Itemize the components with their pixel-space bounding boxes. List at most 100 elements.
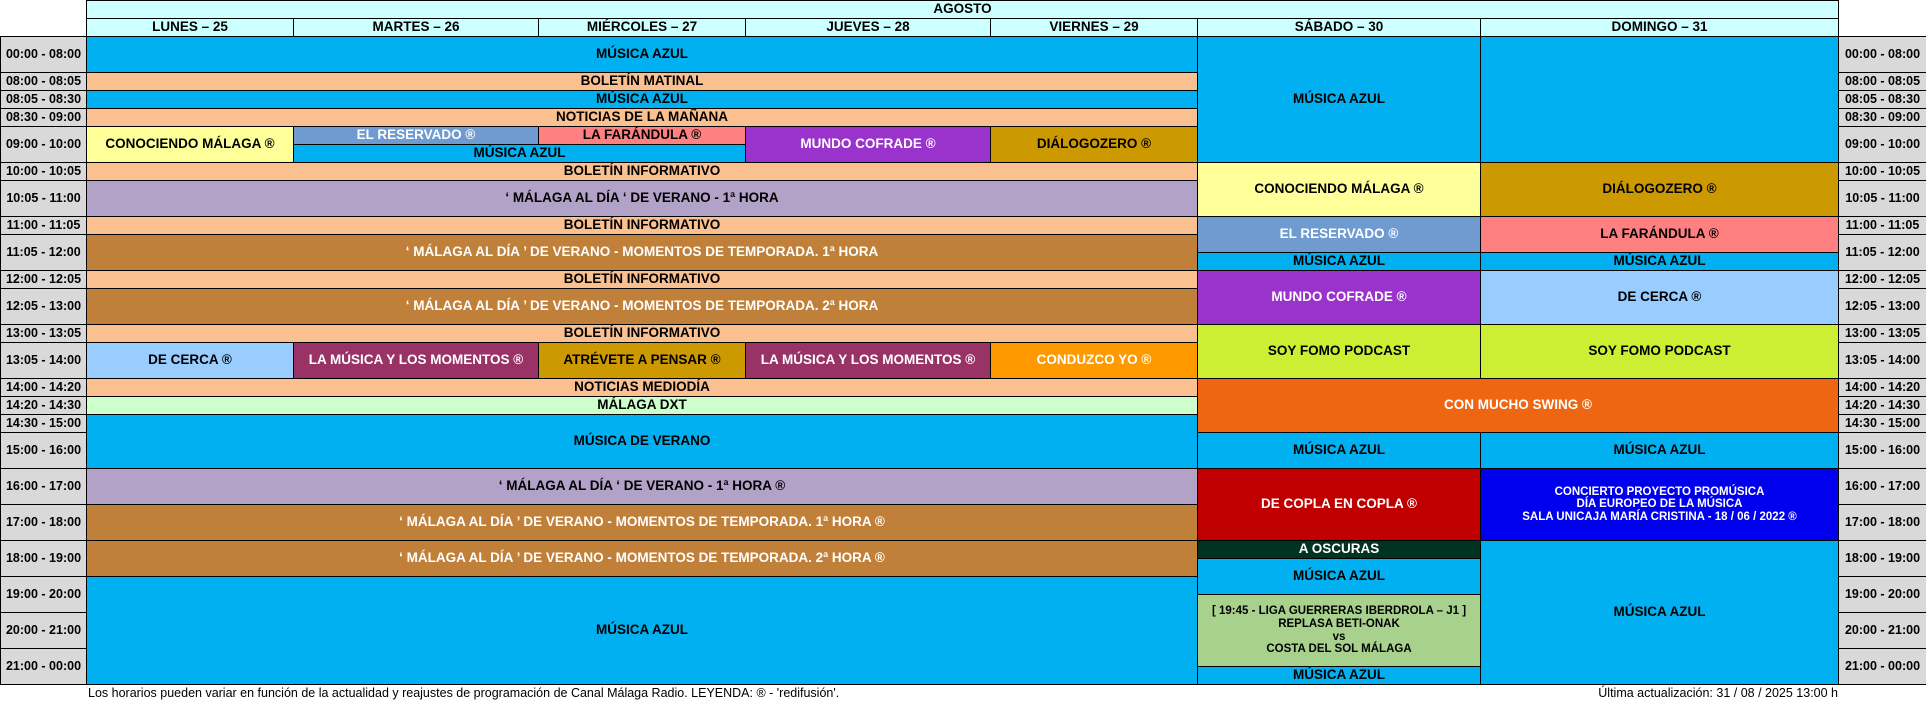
time-label: 12:05 - 13:00 (5, 298, 82, 313)
time-label: 15:00 - 16:00 (5, 442, 82, 457)
program-block[interactable]: NOTICIAS DE LA MAÑANA (86, 108, 1198, 127)
program-block[interactable]: SOY FOMO PODCAST (1480, 324, 1839, 379)
program-title: DÍA EUROPEO DE LA MÚSICA (1576, 498, 1743, 511)
day-label: JUEVES – 28 (826, 19, 910, 35)
program-title: CONCIERTO PROYECTO PROMÚSICA (1554, 485, 1765, 498)
program-block[interactable]: MÚSICA AZUL (1480, 252, 1839, 271)
program-block[interactable]: MÚSICA AZUL (1197, 558, 1481, 595)
program-block[interactable]: DE CERCA ® (1480, 270, 1839, 325)
program-block[interactable]: BOLETÍN INFORMATIVO (86, 162, 1198, 181)
program-block[interactable]: ‘ MÁLAGA AL DÍA ‘ DE VERANO - 1ª HORA (86, 180, 1198, 217)
program-block[interactable]: CONOCIENDO MÁLAGA ® (86, 126, 294, 163)
time-slot-right: 10:00 - 10:05 (1838, 162, 1926, 181)
program-block[interactable]: BOLETÍN INFORMATIVO (86, 216, 1198, 235)
program-title: ‘ MÁLAGA AL DÍA ‘ DE VERANO - 1ª HORA ® (498, 478, 786, 494)
program-title: MÚSICA AZUL (1293, 91, 1385, 107)
program-block[interactable]: MÚSICA AZUL (86, 576, 1198, 685)
program-block[interactable]: MÚSICA AZUL (1480, 540, 1839, 685)
time-slot-left: 13:05 - 14:00 (0, 342, 87, 379)
time-label: 08:05 - 08:30 (5, 91, 82, 106)
program-block[interactable]: LA MÚSICA Y LOS MOMENTOS ® (745, 342, 991, 379)
time-label: 14:20 - 14:30 (1844, 397, 1921, 412)
time-slot-right: 21:00 - 00:00 (1838, 648, 1926, 685)
time-label: 14:00 - 14:20 (5, 379, 82, 394)
program-block[interactable]: MUNDO COFRADE ® (1197, 270, 1481, 325)
program-block[interactable]: CONCIERTO PROYECTO PROMÚSICA DÍA EUROPEO … (1480, 468, 1839, 541)
time-slot-left: 12:00 - 12:05 (0, 270, 87, 289)
program-block[interactable]: LA MÚSICA Y LOS MOMENTOS ® (293, 342, 539, 379)
day-label: DOMINGO – 31 (1611, 19, 1708, 35)
program-block[interactable]: MUNDO COFRADE ® (745, 126, 991, 163)
program-block[interactable]: MÚSICA AZUL (1197, 666, 1481, 685)
program-title: MÚSICA DE VERANO (573, 433, 711, 449)
time-label: 17:00 - 18:00 (1844, 514, 1921, 529)
program-block[interactable]: ‘ MÁLAGA AL DÍA ‘ DE VERANO - 1ª HORA ® (86, 468, 1198, 505)
day-header: MIÉRCOLES – 27 (538, 18, 746, 37)
program-title: MÚSICA AZUL (596, 622, 688, 638)
program-block[interactable]: ‘ MÁLAGA AL DÍA ’ DE VERANO - MOMENTOS D… (86, 288, 1198, 325)
program-block[interactable]: ATRÉVETE A PENSAR ® (538, 342, 746, 379)
time-label: 19:00 - 20:00 (5, 586, 82, 601)
program-title: MÚSICA AZUL (1293, 253, 1385, 269)
time-slot-right: 09:00 - 10:00 (1838, 126, 1926, 163)
program-block[interactable]: EL RESERVADO ® (293, 126, 539, 145)
program-block[interactable]: MÚSICA AZUL (1480, 432, 1839, 469)
time-slot-left: 14:30 - 15:00 (0, 414, 87, 433)
program-title: CONOCIENDO MÁLAGA ® (1254, 181, 1424, 197)
program-title: SALA UNICAJA MARÍA CRISTINA - 18 / 06 / … (1522, 510, 1797, 523)
program-title: LA FARÁNDULA ® (582, 127, 702, 143)
program-title: COSTA DEL SOL MÁLAGA (1266, 643, 1412, 656)
program-block[interactable]: ‘ MÁLAGA AL DÍA ’ DE VERANO - MOMENTOS D… (86, 504, 1198, 541)
program-block[interactable]: DIÁLOGOZERO ® (990, 126, 1198, 163)
program-block[interactable]: MÚSICA AZUL (1197, 252, 1481, 271)
program-block[interactable]: CON MUCHO SWING ® (1197, 378, 1839, 433)
time-label: 13:00 - 13:05 (5, 325, 82, 340)
program-block[interactable]: LA FARÁNDULA ® (538, 126, 746, 145)
program-block[interactable]: MÚSICA AZUL (293, 144, 746, 163)
program-block[interactable] (1480, 36, 1839, 163)
time-slot-left: 08:05 - 08:30 (0, 90, 87, 109)
program-block[interactable]: DIÁLOGOZERO ® (1480, 162, 1839, 217)
time-slot-left: 00:00 - 08:00 (0, 36, 87, 73)
program-title: MÚSICA AZUL (1613, 442, 1706, 458)
program-block[interactable]: EL RESERVADO ® (1197, 216, 1481, 253)
program-title: LA FARÁNDULA ® (1600, 226, 1719, 242)
program-title: NOTICIAS DE LA MAÑANA (556, 109, 728, 125)
time-label: 00:00 - 08:00 (1844, 46, 1921, 61)
program-block[interactable]: A OSCURAS (1197, 540, 1481, 559)
program-title: MÁLAGA DXT (597, 397, 687, 413)
time-slot-left: 09:00 - 10:00 (0, 126, 87, 163)
program-block[interactable]: MÚSICA DE VERANO (86, 414, 1198, 469)
program-block[interactable]: MÁLAGA DXT (86, 396, 1198, 415)
program-block[interactable]: DE COPLA EN COPLA ® (1197, 468, 1481, 541)
program-block[interactable]: SOY FOMO PODCAST (1197, 324, 1481, 379)
day-label: MIÉRCOLES – 27 (586, 19, 698, 35)
time-label: 13:00 - 13:05 (1844, 325, 1921, 340)
program-block[interactable]: CONDUZCO YO ® (990, 342, 1198, 379)
time-slot-left: 16:00 - 17:00 (0, 468, 87, 505)
time-label: 09:00 - 10:00 (1844, 136, 1921, 151)
program-block[interactable]: MÚSICA AZUL (1197, 432, 1481, 469)
program-block[interactable]: CONOCIENDO MÁLAGA ® (1197, 162, 1481, 217)
time-label: 20:00 - 21:00 (5, 622, 82, 637)
time-slot-right: 16:00 - 17:00 (1838, 468, 1926, 505)
program-block[interactable]: MÚSICA AZUL (86, 90, 1198, 109)
program-block[interactable]: [ 19:45 - LIGA GUERRERAS IBERDROLA – J1 … (1197, 594, 1481, 667)
program-title: MUNDO COFRADE ® (1271, 289, 1407, 305)
program-block[interactable]: BOLETÍN INFORMATIVO (86, 324, 1198, 343)
program-block[interactable]: MÚSICA AZUL (86, 36, 1198, 73)
time-slot-left: 12:05 - 13:00 (0, 288, 87, 325)
program-block[interactable]: DE CERCA ® (86, 342, 294, 379)
program-block[interactable]: MÚSICA AZUL (1197, 36, 1481, 163)
day-label: MARTES – 26 (372, 19, 460, 35)
program-block[interactable]: ‘ MÁLAGA AL DÍA ’ DE VERANO - MOMENTOS D… (86, 234, 1198, 271)
program-block[interactable]: BOLETÍN INFORMATIVO (86, 270, 1198, 289)
program-block[interactable]: BOLETÍN MATINAL (86, 72, 1198, 91)
program-block[interactable]: ‘ MÁLAGA AL DÍA ’ DE VERANO - MOMENTOS D… (86, 540, 1198, 577)
time-slot-left: 08:30 - 09:00 (0, 108, 87, 127)
day-header: JUEVES – 28 (745, 18, 991, 37)
program-title: MUNDO COFRADE ® (800, 136, 936, 152)
program-block[interactable]: LA FARÁNDULA ® (1480, 216, 1839, 253)
program-title: LA MÚSICA Y LOS MOMENTOS ® (308, 352, 524, 368)
program-block[interactable]: NOTICIAS MEDIODÍA (86, 378, 1198, 397)
